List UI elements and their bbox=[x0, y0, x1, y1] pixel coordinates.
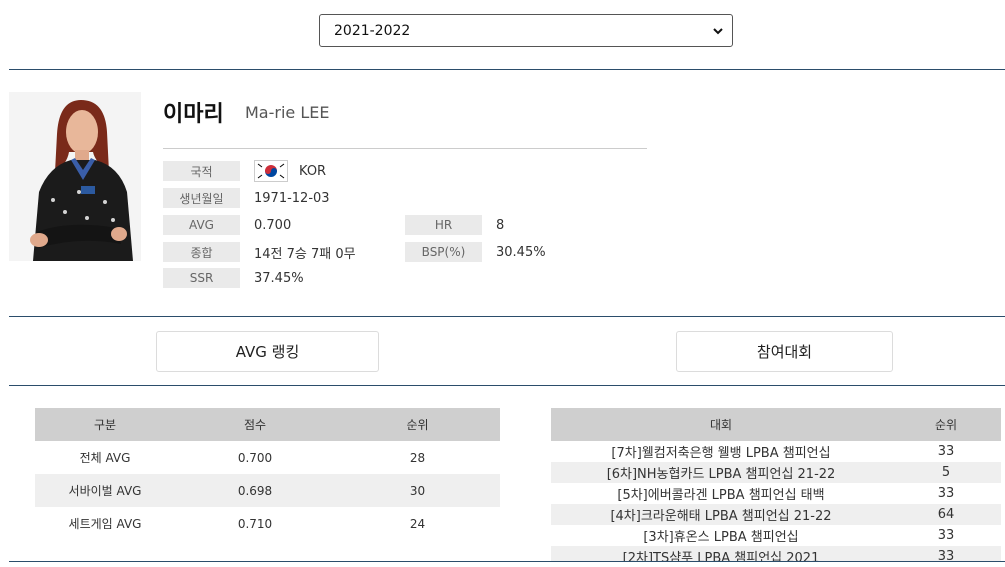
avg-ranking-table: 구분 점수 순위 전체 AVG 0.700 28 서바이벌 AVG 0.698 … bbox=[35, 408, 500, 540]
table-header-row: 구분 점수 순위 bbox=[35, 408, 500, 441]
player-name-korean: 이마리 bbox=[163, 102, 224, 127]
cell-tournament: [5차]에버콜라겐 LPBA 챔피언십 태백 bbox=[617, 488, 825, 503]
column-header-tournament: 대회 bbox=[551, 408, 891, 441]
table-row: 전체 AVG 0.700 28 bbox=[35, 441, 500, 474]
bsp-label: BSP(%) bbox=[405, 242, 482, 262]
season-select-value: 2021-2022 bbox=[334, 22, 411, 39]
table-row[interactable]: [3차]휴온스 LPBA 챔피언십 33 bbox=[551, 525, 1001, 546]
player-photo bbox=[9, 92, 141, 261]
cell-category: 서바이벌 AVG bbox=[35, 474, 175, 507]
korea-flag-icon bbox=[254, 160, 288, 182]
nationality-value: KOR bbox=[299, 163, 327, 179]
section-divider bbox=[9, 385, 1005, 386]
record-value: 14전 7승 7패 0무 bbox=[254, 246, 356, 262]
column-header-rank: 순위 bbox=[891, 408, 1001, 441]
birth-value: 1971-12-03 bbox=[254, 190, 330, 206]
column-header-score: 점수 bbox=[175, 408, 335, 441]
cell-rank: 5 bbox=[891, 462, 1001, 483]
hr-label: HR bbox=[405, 215, 482, 235]
table-header-row: 대회 순위 bbox=[551, 408, 1001, 441]
cell-rank: 33 bbox=[937, 444, 955, 459]
table-row[interactable]: [4차]크라운해태 LPBA 챔피언십 21-22 64 bbox=[551, 504, 1001, 525]
cell-rank: 28 bbox=[409, 450, 426, 465]
section-divider bbox=[9, 316, 1005, 317]
cell-rank: 30 bbox=[335, 474, 500, 507]
table-row[interactable]: [2차]TS샴푸 LPBA 챔피언십 2021 33 bbox=[551, 546, 1001, 561]
cell-tournament: [7차]웰컴저축은행 웰뱅 LPBA 챔피언십 bbox=[611, 446, 831, 461]
cell-category: 세트게임 AVG bbox=[68, 517, 142, 531]
table-row[interactable]: [6차]NH농협카드 LPBA 챔피언십 21-22 5 bbox=[551, 462, 1001, 483]
column-header-rank: 순위 bbox=[335, 408, 500, 441]
hr-value: 8 bbox=[496, 217, 505, 233]
avg-value: 0.700 bbox=[254, 217, 292, 233]
cell-tournament: [6차]NH농협카드 LPBA 챔피언십 21-22 bbox=[551, 462, 891, 483]
bsp-value: 30.45% bbox=[496, 244, 546, 260]
season-select[interactable]: 2021-2022 bbox=[319, 14, 733, 47]
tab-tournaments[interactable]: 참여대회 bbox=[676, 331, 893, 372]
cell-tournament: [4차]크라운해태 LPBA 챔피언십 21-22 bbox=[551, 504, 891, 525]
column-header-category: 구분 bbox=[35, 408, 175, 441]
table-row[interactable]: [7차]웰컴저축은행 웰뱅 LPBA 챔피언십 33 bbox=[551, 441, 1001, 462]
cell-score: 0.710 bbox=[237, 516, 273, 531]
cell-rank: 33 bbox=[937, 486, 955, 501]
tab-avg-ranking[interactable]: AVG 랭킹 bbox=[156, 331, 379, 372]
cell-tournament: [3차]휴온스 LPBA 챔피언십 bbox=[643, 530, 799, 545]
tournament-table: 대회 순위 [7차]웰컴저축은행 웰뱅 LPBA 챔피언십 33 [6차]NH농… bbox=[551, 408, 1001, 561]
section-divider bbox=[9, 561, 1005, 562]
cell-rank: 33 bbox=[937, 528, 955, 543]
record-label: 종합 bbox=[163, 242, 240, 262]
section-divider bbox=[9, 69, 1005, 70]
name-divider bbox=[163, 148, 647, 149]
chevron-down-icon bbox=[713, 28, 723, 35]
table-row: 서바이벌 AVG 0.698 30 bbox=[35, 474, 500, 507]
birth-label: 생년월일 bbox=[163, 188, 240, 208]
ssr-label: SSR bbox=[163, 268, 240, 288]
avg-label: AVG bbox=[163, 215, 240, 235]
table-row[interactable]: [5차]에버콜라겐 LPBA 챔피언십 태백 33 bbox=[551, 483, 1001, 504]
cell-rank: 64 bbox=[891, 504, 1001, 525]
tournament-table-scroll[interactable]: 대회 순위 [7차]웰컴저축은행 웰뱅 LPBA 챔피언십 33 [6차]NH농… bbox=[551, 408, 1001, 561]
player-name-english: Ma-rie LEE bbox=[245, 103, 330, 122]
cell-rank: 24 bbox=[409, 516, 426, 531]
cell-rank: 33 bbox=[891, 546, 1001, 561]
cell-score: 0.698 bbox=[175, 474, 335, 507]
cell-category: 전체 AVG bbox=[79, 451, 131, 465]
table-row: 세트게임 AVG 0.710 24 bbox=[35, 507, 500, 540]
nationality-label: 국적 bbox=[163, 161, 240, 181]
ssr-value: 37.45% bbox=[254, 270, 304, 286]
cell-score: 0.700 bbox=[237, 450, 273, 465]
cell-tournament: [2차]TS샴푸 LPBA 챔피언십 2021 bbox=[551, 546, 891, 561]
